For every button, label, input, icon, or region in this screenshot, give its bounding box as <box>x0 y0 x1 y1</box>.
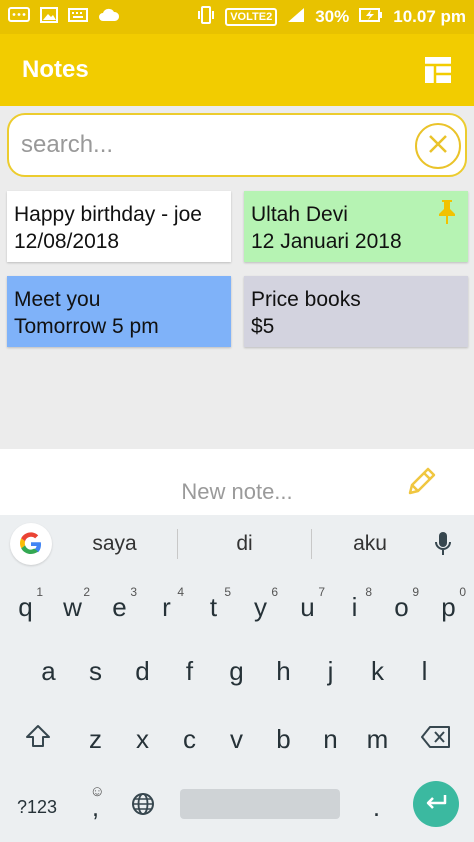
backspace-icon <box>420 724 451 755</box>
key-i[interactable]: i8 <box>331 575 378 639</box>
enter-key[interactable] <box>413 781 459 827</box>
note-body: 12/08/2018 <box>14 230 120 253</box>
key-row-1: q1 w2 e3 r4 t5 y6 u7 i8 o9 p0 <box>0 575 474 639</box>
backspace-key[interactable] <box>412 707 459 771</box>
key-t[interactable]: t5 <box>190 575 237 639</box>
key-u[interactable]: u7 <box>284 575 331 639</box>
key-c[interactable]: c <box>166 707 213 771</box>
soft-keyboard: saya di aku q1 w2 e3 r4 t5 y6 u7 i8 o9 p… <box>0 515 474 842</box>
status-bar: VOLTE2 30% 10.07 pm <box>0 0 474 34</box>
note-body: 12 Januari 2018 <box>251 230 402 253</box>
keyboard-icon <box>68 7 88 27</box>
note-card[interactable]: Meet you Tomorrow 5 pm <box>7 276 231 347</box>
key-e[interactable]: e3 <box>96 575 143 639</box>
key-g[interactable]: g <box>213 639 260 703</box>
battery-percent: 30% <box>315 7 350 26</box>
key-z[interactable]: z <box>72 707 119 771</box>
key-o[interactable]: o9 <box>378 575 425 639</box>
layout-grid-icon[interactable] <box>424 56 452 84</box>
google-icon[interactable] <box>10 523 52 565</box>
space-bar[interactable] <box>180 789 340 819</box>
key-row-3: z x c v b n m <box>0 707 474 771</box>
cloud-icon <box>98 7 120 27</box>
note-card[interactable]: Ultah Devi 12 Januari 2018 <box>244 191 468 262</box>
pin-icon[interactable] <box>436 199 458 225</box>
image-icon <box>40 6 58 28</box>
key-f[interactable]: f <box>166 639 213 703</box>
key-row-2: a s d f g h j k l <box>0 639 474 703</box>
app-title: Notes <box>22 56 89 83</box>
suggestion-strip: saya di aku <box>0 515 474 573</box>
search-bar <box>7 113 467 177</box>
note-card[interactable]: Happy birthday - joe 12/08/2018 <box>7 191 231 262</box>
shift-key[interactable] <box>14 707 61 771</box>
note-body: Tomorrow 5 pm <box>14 315 159 338</box>
key-row-4: ?123 , ☺ . <box>0 775 474 839</box>
symbols-key[interactable]: ?123 <box>12 775 62 839</box>
volte-badge: VOLTE2 <box>225 8 278 26</box>
period-key[interactable]: . <box>353 775 400 839</box>
key-v[interactable]: v <box>213 707 260 771</box>
microphone-icon[interactable] <box>428 531 458 557</box>
key-s[interactable]: s <box>72 639 119 703</box>
search-input[interactable] <box>21 131 401 159</box>
key-m[interactable]: m <box>354 707 401 771</box>
vibrate-icon <box>197 5 215 29</box>
app-bar: Notes <box>0 34 474 106</box>
pencil-icon[interactable] <box>402 463 438 499</box>
message-icon <box>8 6 30 28</box>
key-k[interactable]: k <box>354 639 401 703</box>
key-w[interactable]: w2 <box>49 575 96 639</box>
key-q[interactable]: q1 <box>2 575 49 639</box>
note-body: $5 <box>251 315 275 338</box>
key-l[interactable]: l <box>401 639 448 703</box>
enter-icon <box>424 793 448 816</box>
new-note-placeholder: New note... <box>181 479 293 504</box>
close-icon <box>427 133 449 160</box>
clear-search-button[interactable] <box>415 123 461 169</box>
key-h[interactable]: h <box>260 639 307 703</box>
key-r[interactable]: r4 <box>143 575 190 639</box>
suggestion-2[interactable]: di <box>178 532 311 556</box>
language-key[interactable] <box>119 775 166 839</box>
battery-charging-icon <box>359 7 383 28</box>
new-note-bar[interactable]: New note... <box>0 449 474 515</box>
key-p[interactable]: p0 <box>425 575 472 639</box>
emoji-icon: ☺ <box>89 783 105 800</box>
note-title: Price books <box>251 288 361 311</box>
note-title: Happy birthday - joe <box>14 203 202 226</box>
suggestion-1[interactable]: saya <box>52 532 177 556</box>
suggestion-3[interactable]: aku <box>312 532 428 556</box>
note-title: Ultah Devi <box>251 203 348 226</box>
key-a[interactable]: a <box>25 639 72 703</box>
key-y[interactable]: y6 <box>237 575 284 639</box>
signal-icon <box>287 7 305 28</box>
comma-key[interactable]: , ☺ <box>72 775 119 839</box>
key-j[interactable]: j <box>307 639 354 703</box>
note-title: Meet you <box>14 288 101 311</box>
key-x[interactable]: x <box>119 707 166 771</box>
key-b[interactable]: b <box>260 707 307 771</box>
clock: 10.07 pm <box>393 7 466 26</box>
key-n[interactable]: n <box>307 707 354 771</box>
shift-icon <box>25 724 51 755</box>
key-d[interactable]: d <box>119 639 166 703</box>
note-card[interactable]: Price books $5 <box>244 276 468 347</box>
globe-icon <box>131 792 155 823</box>
